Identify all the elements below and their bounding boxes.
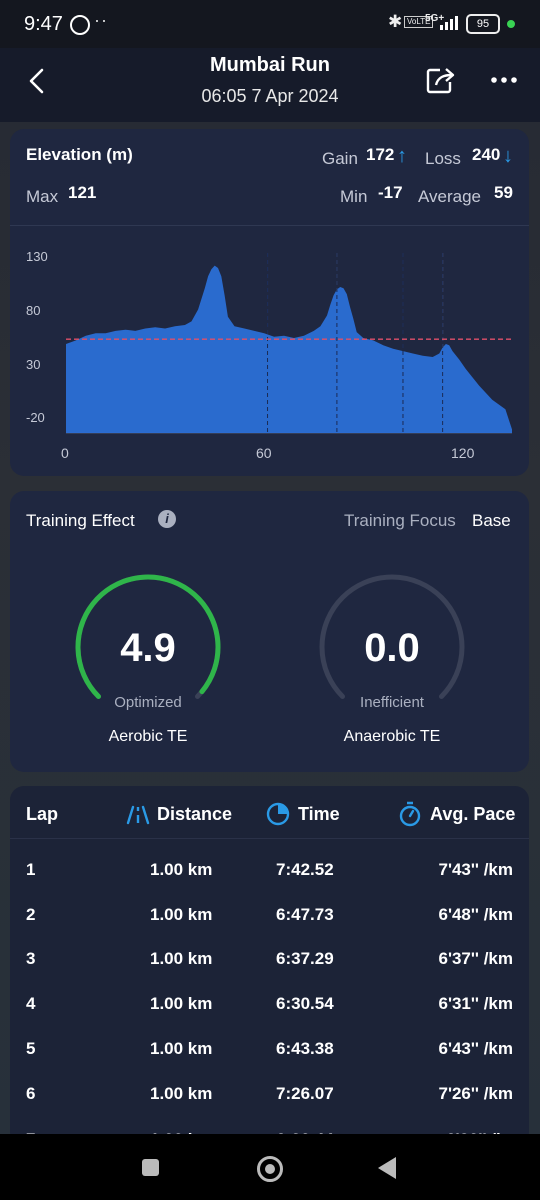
lap-number: 1 — [26, 860, 36, 879]
distance-column-header: Distance — [157, 804, 233, 824]
laps-card: Lap Distance Time Avg. Pace 1 1.00 km 7:42… — [10, 786, 529, 1146]
lap-number: 5 — [26, 1038, 36, 1058]
gain-arrow-icon: ↑ — [397, 145, 407, 167]
table-row: 6 1.00 km 7:26.07 7'26'' /km — [10, 1084, 529, 1128]
home-icon[interactable] — [257, 1156, 283, 1182]
training-effect-card: Training Effect i Training Focus Base 4.… — [10, 491, 529, 772]
elevation-area — [66, 265, 512, 433]
x-tick-label: 120 — [451, 445, 475, 461]
lap-time: 6:47.73 — [276, 904, 334, 924]
lap-distance: 1.00 km — [150, 1083, 213, 1103]
status-time: 9:47 — [24, 13, 63, 35]
distance-icon — [126, 805, 150, 825]
share-icon[interactable] — [426, 66, 456, 94]
table-row: 4 1.00 km 6:30.54 6'31'' /km — [10, 994, 529, 1038]
lap-distance: 1.00 km — [150, 994, 213, 1014]
signal-icon — [440, 14, 458, 30]
average-label: Average — [418, 187, 482, 206]
training-focus-label: Training Focus — [344, 511, 456, 530]
divider — [10, 225, 529, 226]
lap-number: 3 — [26, 949, 36, 969]
lap-number: 6 — [26, 1083, 36, 1103]
divider — [10, 838, 529, 839]
x-tick-label: 60 — [256, 445, 272, 461]
aerobic-te-status: Optimized — [114, 694, 182, 711]
max-value: 121 — [68, 183, 97, 202]
elevation-title: Elevation (m) — [26, 145, 133, 164]
system-back-icon[interactable] — [378, 1157, 396, 1179]
lap-pace: 6'48'' /km — [438, 904, 513, 924]
anaerobic-te-status: Inefficient — [360, 694, 424, 711]
pace-column-header: Avg. Pace — [430, 804, 516, 824]
lap-time: 7:42.52 — [276, 860, 334, 879]
gain-value: 172 — [366, 145, 395, 164]
info-icon[interactable]: i — [158, 510, 176, 528]
table-row: 5 1.00 km 6:43.38 6'43'' /km — [10, 1039, 529, 1083]
bluetooth-icon: ✱ — [388, 12, 403, 31]
min-value: -17 — [378, 183, 403, 202]
anaerobic-te-label: Anaerobic TE — [343, 728, 441, 745]
average-value: 59 — [494, 183, 513, 202]
anaerobic-te-value: 0.0 — [364, 626, 420, 670]
lap-time: 6:43.38 — [276, 1038, 334, 1058]
loss-value: 240 — [472, 145, 501, 164]
lap-pace: 6'43'' /km — [438, 1038, 513, 1058]
notification-dots: ·· — [94, 10, 108, 30]
battery-icon: 95 — [466, 14, 500, 34]
privacy-indicator-icon — [507, 20, 515, 28]
lap-pace: 6'31'' /km — [438, 994, 513, 1014]
page-subtitle: 06:05 7 Apr 2024 — [201, 86, 339, 106]
whatsapp-icon — [70, 15, 90, 35]
lap-column-header: Lap — [26, 804, 59, 824]
lap-pace: 6'37'' /km — [438, 949, 513, 969]
lap-time: 7:26.07 — [276, 1083, 334, 1103]
stopwatch-icon — [399, 801, 421, 827]
table-row: 1 1.00 km 7:42.52 7'43'' /km — [10, 860, 529, 904]
lap-distance: 1.00 km — [150, 949, 213, 969]
max-label: Max — [26, 187, 59, 206]
status-bar: 9:47 ·· ✱ VoLTE 5G+ 95 — [0, 0, 540, 48]
aerobic-te-label: Aerobic TE — [108, 728, 188, 745]
lap-number: 4 — [26, 994, 36, 1014]
aerobic-te-value: 4.9 — [120, 626, 176, 670]
lap-distance: 1.00 km — [150, 1038, 213, 1058]
lap-distance: 1.00 km — [150, 904, 213, 924]
elevation-chart — [66, 253, 512, 434]
loss-arrow-icon: ↓ — [503, 145, 513, 167]
clock-icon — [266, 802, 290, 826]
more-options-icon[interactable] — [490, 68, 518, 92]
lap-pace: 7'26'' /km — [438, 1083, 513, 1103]
training-effect-title: Training Effect — [26, 511, 135, 530]
lap-pace: 7'43'' /km — [438, 860, 513, 879]
table-row: 3 1.00 km 6:37.29 6'37'' /km — [10, 949, 529, 993]
min-label: Min — [340, 187, 368, 206]
gain-label: Gain — [322, 149, 358, 168]
lap-time: 6:37.29 — [276, 949, 334, 969]
lap-time: 6:30.54 — [276, 994, 334, 1014]
page-title: Mumbai Run — [210, 54, 330, 76]
loss-label: Loss — [425, 149, 461, 168]
lap-number: 2 — [26, 904, 36, 924]
recent-apps-icon[interactable] — [142, 1159, 159, 1176]
lap-distance: 1.00 km — [150, 860, 213, 879]
training-focus-value: Base — [472, 511, 511, 530]
x-tick-label: 0 — [61, 445, 69, 461]
elevation-card: Elevation (m) Gain 172 ↑ Loss 240 ↓ Max … — [10, 129, 529, 476]
table-row: 2 1.00 km 6:47.73 6'48'' /km — [10, 905, 529, 949]
time-column-header: Time — [298, 804, 340, 824]
